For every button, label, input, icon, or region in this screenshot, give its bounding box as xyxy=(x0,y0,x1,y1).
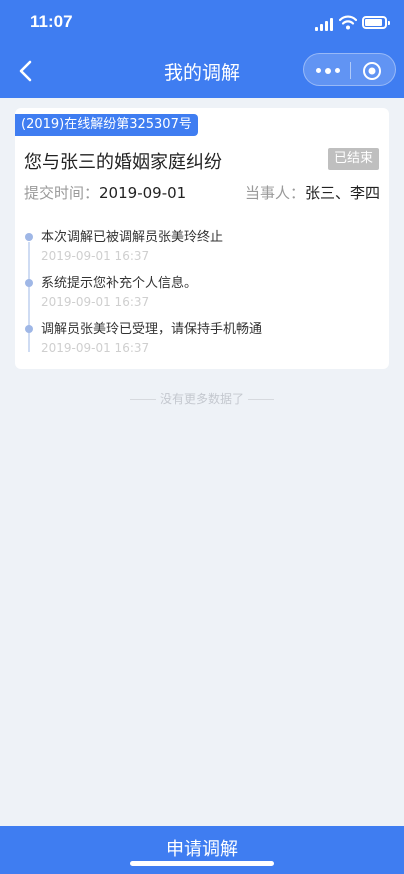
app-header: 11:07 我的调解 xyxy=(0,0,404,98)
timeline-dot xyxy=(25,233,33,241)
parties-value: 张三、李四 xyxy=(304,184,380,202)
parties: 当事人：张三、李四 xyxy=(245,182,380,203)
submit-time-value: 2019-09-01 xyxy=(99,184,187,202)
timeline-dot xyxy=(25,325,33,333)
miniprogram-capsule xyxy=(303,53,396,86)
list-end-text: 没有更多数据了 xyxy=(159,392,244,406)
timeline-time: 2019-09-01 16:37 xyxy=(41,341,150,355)
timeline-text: 本次调解已被调解员张美玲终止 xyxy=(41,230,224,245)
capsule-divider xyxy=(350,62,351,79)
case-title: 您与张三的婚姻家庭纠纷 xyxy=(24,152,222,173)
status-time: 11:07 xyxy=(30,12,73,31)
timeline-text: 调解员张美玲已受理，请保持手机畅通 xyxy=(41,322,263,337)
timeline-dot xyxy=(25,279,33,287)
case-meta: 提交时间：2019-09-01 当事人：张三、李四 xyxy=(24,182,380,203)
timeline-item: 调解员张美玲已受理，请保持手机畅通 2019-09-01 16:37 xyxy=(15,312,389,358)
status-bar: 11:07 xyxy=(0,0,404,48)
list-end-indicator: 没有更多数据了 xyxy=(0,390,404,407)
parties-label: 当事人： xyxy=(244,184,305,202)
timeline-time: 2019-09-01 16:37 xyxy=(41,249,150,263)
divider xyxy=(248,399,274,400)
more-icon[interactable] xyxy=(314,62,342,79)
timeline-time: 2019-09-01 16:37 xyxy=(41,295,150,309)
case-number-tag: (2019)在线解纷第325307号 xyxy=(15,114,198,136)
timeline-text: 系统提示您补充个人信息。 xyxy=(41,276,198,291)
apply-mediation-button[interactable]: 申请调解 xyxy=(0,826,404,874)
cellular-signal-icon xyxy=(315,17,335,31)
timeline-item: 系统提示您补充个人信息。 2019-09-01 16:37 xyxy=(15,266,389,312)
wifi-icon xyxy=(339,15,357,30)
home-indicator xyxy=(130,861,274,866)
close-miniprogram-icon[interactable] xyxy=(362,61,382,81)
timeline-item: 本次调解已被调解员张美玲终止 2019-09-01 16:37 xyxy=(15,220,389,266)
status-badge: 已结束 xyxy=(327,148,379,170)
battery-icon xyxy=(362,16,390,29)
case-card[interactable]: (2019)在线解纷第325307号 您与张三的婚姻家庭纠纷 已结束 提交时间：… xyxy=(15,108,389,369)
submit-time-label: 提交时间： xyxy=(24,184,100,202)
divider xyxy=(129,399,156,400)
